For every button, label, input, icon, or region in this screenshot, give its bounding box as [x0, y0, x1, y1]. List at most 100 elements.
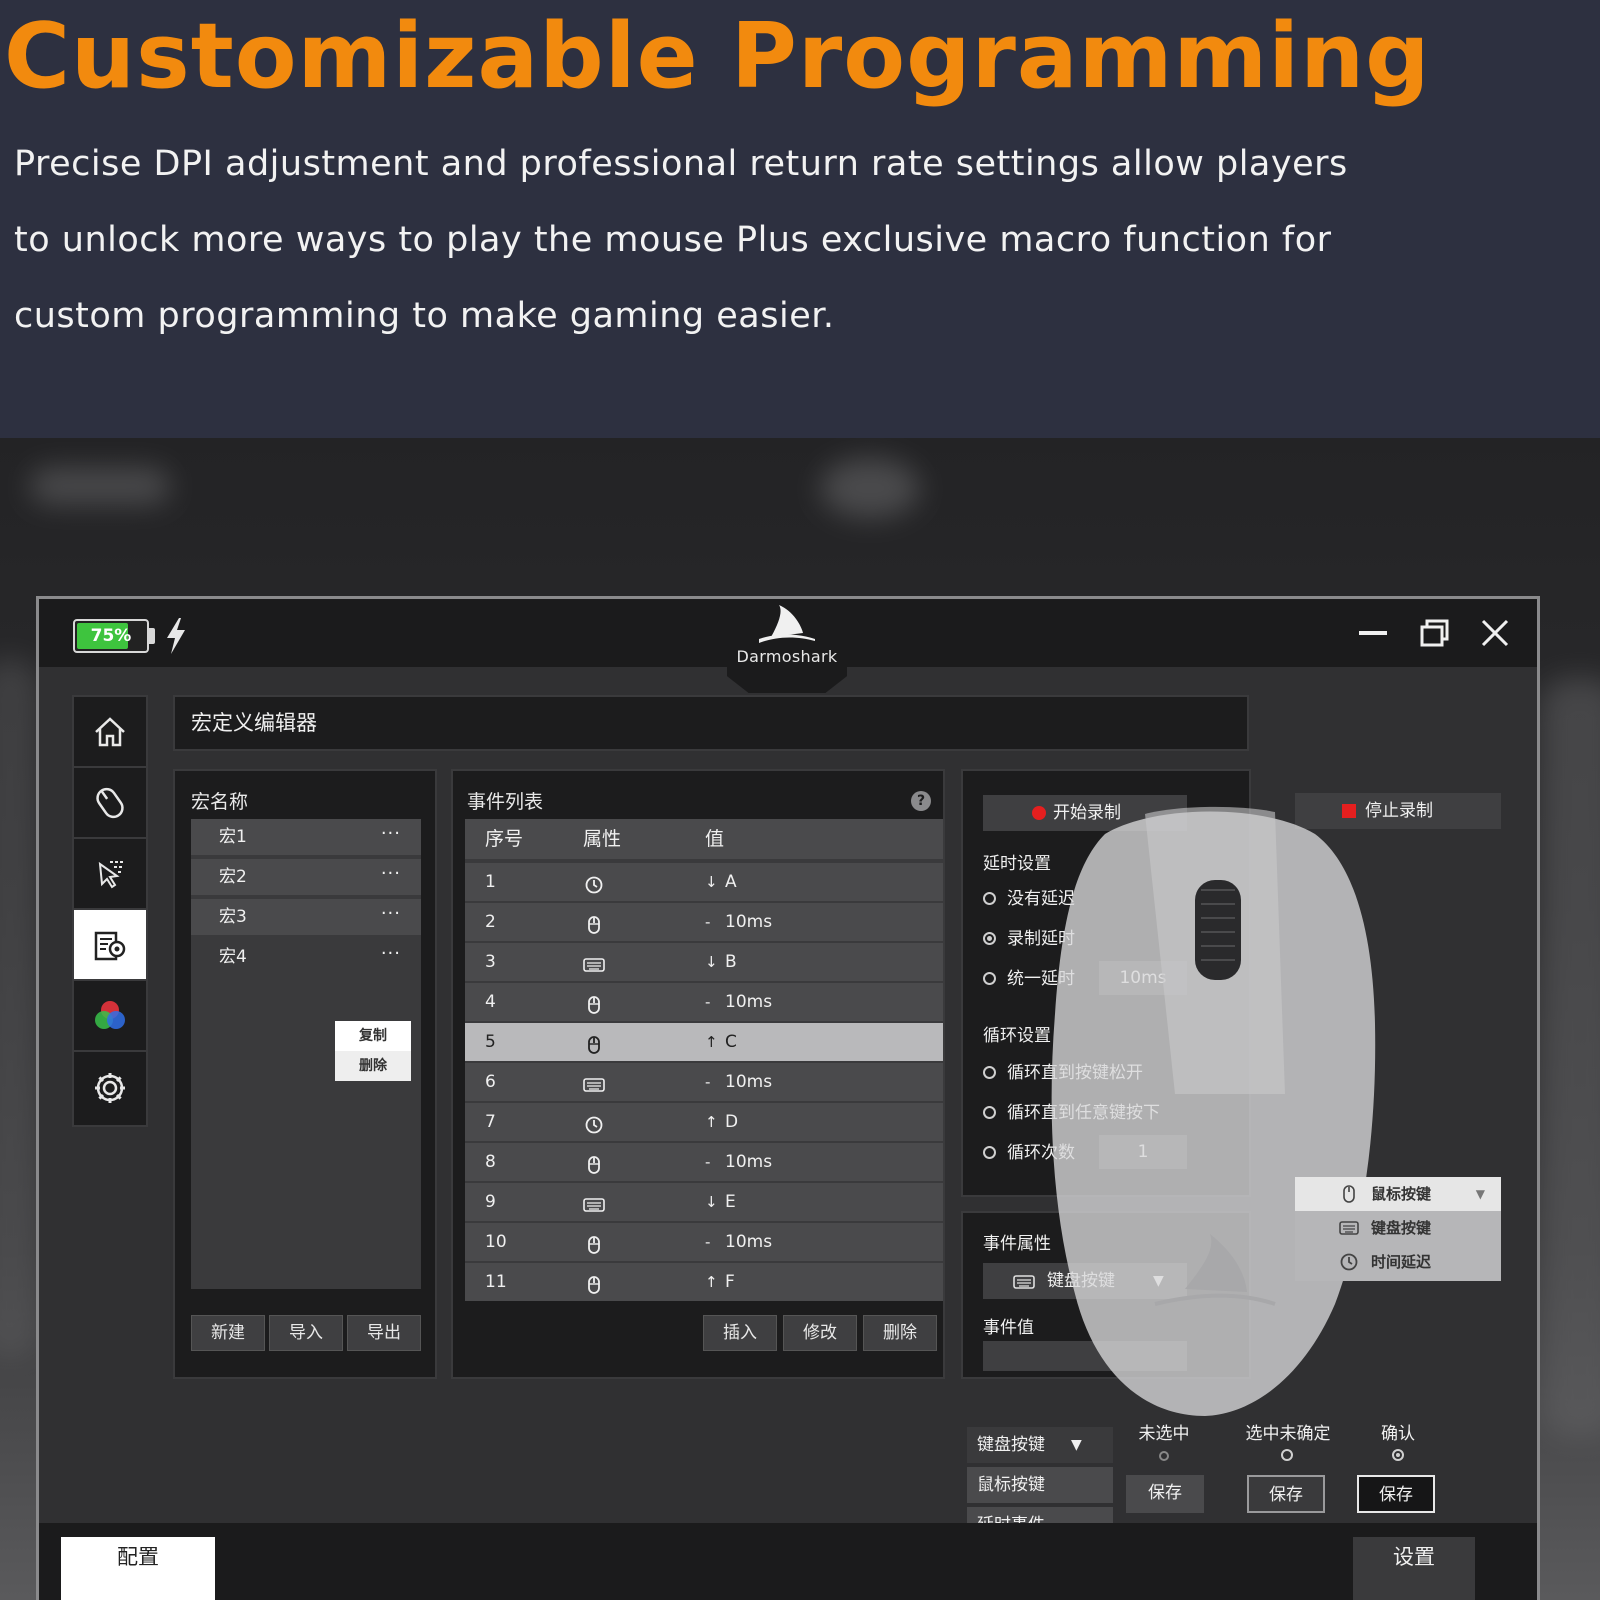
brand-name: Darmoshark: [736, 647, 838, 666]
mouse-icon: [96, 787, 124, 818]
chevron-down-icon: ▼: [1071, 1437, 1082, 1453]
event-value: D: [725, 1112, 739, 1132]
import-macro-button[interactable]: 导入: [269, 1315, 343, 1351]
save-button-confirmed[interactable]: 保存: [1357, 1475, 1435, 1513]
modify-event-button[interactable]: 修改: [783, 1315, 857, 1351]
help-icon[interactable]: ?: [911, 791, 931, 811]
macro-settings-icon: [94, 931, 126, 960]
event-index: 10: [485, 1232, 507, 1252]
clock-icon: [585, 1116, 603, 1134]
save-button-pending[interactable]: 保存: [1247, 1475, 1325, 1513]
tab-config[interactable]: 配置: [61, 1537, 215, 1600]
dropdown-option-delay[interactable]: 时间延迟: [1295, 1245, 1501, 1279]
app-window: 75% Darmoshark 宏定义编辑器 宏名称 宏1 ··· 宏2 ··· …: [36, 596, 1540, 1600]
event-table: 序号 属性 值 1 ↓ A 2-10ms 3 ↓ B 4-10ms 5 ↑ C 6-10ms 7 ↑ D 8-…: [465, 819, 943, 1301]
event-value: A: [725, 872, 737, 892]
sidebar-item-lighting[interactable]: [74, 981, 146, 1052]
sidebar-item-mouse[interactable]: [74, 768, 146, 839]
state-keyboard-select[interactable]: 键盘按键 ▼: [967, 1427, 1113, 1463]
event-direction: ↓: [705, 953, 718, 971]
keyboard-icon: [1339, 1221, 1359, 1235]
macro-more-button[interactable]: ···: [381, 939, 401, 969]
macro-item-name: 宏2: [219, 867, 247, 887]
clock-icon: [1340, 1253, 1358, 1271]
event-direction: -: [705, 993, 711, 1011]
radio-button: [1159, 1451, 1169, 1461]
cursor-select-icon: [98, 860, 123, 888]
table-row[interactable]: 7 ↑ D: [465, 1103, 943, 1141]
table-row[interactable]: 3 ↓ B: [465, 943, 943, 981]
radio-button: [983, 892, 996, 905]
banner-title: Customizable Programming: [4, 4, 1431, 109]
macro-item[interactable]: 宏1 ···: [191, 819, 421, 855]
export-macro-button[interactable]: 导出: [347, 1315, 421, 1351]
macro-context-menu: 复制 删除: [335, 1021, 411, 1081]
battery-percent: 75%: [90, 626, 132, 646]
macro-item[interactable]: 宏2 ···: [191, 859, 421, 895]
column-header-value: 值: [705, 828, 725, 850]
mouse-small-icon: [1343, 1185, 1355, 1203]
macro-item-name: 宏1: [219, 827, 247, 847]
context-delete[interactable]: 删除: [335, 1051, 411, 1081]
mouse-small-icon: [588, 1276, 600, 1294]
macro-more-button[interactable]: ···: [381, 859, 401, 889]
keyboard-icon: [583, 1198, 605, 1212]
event-direction: ↑: [705, 1033, 718, 1051]
new-macro-button[interactable]: 新建: [191, 1315, 265, 1351]
home-icon: [95, 716, 125, 746]
mouse-small-icon: [588, 1236, 600, 1254]
sidebar-item-settings[interactable]: [74, 1052, 146, 1123]
table-row[interactable]: 10 -10ms: [465, 1223, 943, 1261]
restore-icon[interactable]: [1415, 613, 1455, 653]
table-row[interactable]: 5 ↑ C: [465, 1023, 943, 1061]
mouse-small-icon: [588, 1036, 600, 1054]
event-direction: -: [705, 1233, 711, 1251]
event-value: 10ms: [725, 1152, 773, 1172]
event-attribute: [583, 1152, 605, 1174]
column-header-index: 序号: [485, 828, 524, 850]
context-copy[interactable]: 复制: [335, 1021, 411, 1051]
dropdown-option-mouse[interactable]: 鼠标按键 ▼: [1295, 1177, 1501, 1211]
keyboard-icon: [1013, 1275, 1035, 1289]
radio-button: [983, 1066, 996, 1079]
close-icon[interactable]: [1475, 613, 1515, 653]
event-attribute: [583, 1232, 605, 1254]
promo-banner: Customizable Programming Precise DPI adj…: [0, 0, 1600, 438]
table-row[interactable]: 8 -10ms: [465, 1143, 943, 1181]
table-row[interactable]: 6 -10ms: [465, 1063, 943, 1101]
dropdown-option-keyboard[interactable]: 键盘按键: [1295, 1211, 1501, 1245]
table-row[interactable]: 1 ↓ A: [465, 863, 943, 901]
tab-settings[interactable]: 设置: [1353, 1537, 1475, 1600]
mouse-small-icon: [588, 996, 600, 1014]
event-index: 7: [485, 1112, 496, 1132]
event-index: 6: [485, 1072, 496, 1092]
minimize-icon[interactable]: [1353, 613, 1393, 653]
insert-event-button[interactable]: 插入: [703, 1315, 777, 1351]
table-row[interactable]: 4 -10ms: [465, 983, 943, 1021]
sidebar-item-macro[interactable]: [74, 910, 146, 981]
event-index: 1: [485, 872, 496, 892]
sidebar-item-home[interactable]: [74, 697, 146, 768]
event-value: 10ms: [725, 1232, 773, 1252]
event-index: 8: [485, 1152, 496, 1172]
state-mouse-button[interactable]: 鼠标按键: [967, 1467, 1113, 1503]
macro-item[interactable]: 宏3 ···: [191, 899, 421, 935]
table-row[interactable]: 9 ↓ E: [465, 1183, 943, 1221]
save-button-unselected[interactable]: 保存: [1126, 1475, 1204, 1513]
event-direction: -: [705, 913, 711, 931]
event-attribute: [583, 952, 605, 974]
table-row[interactable]: 11 ↑ F: [465, 1263, 943, 1301]
delete-event-button[interactable]: 删除: [863, 1315, 937, 1351]
event-value: 10ms: [725, 912, 773, 932]
page-title: 宏定义编辑器: [191, 711, 317, 735]
macro-more-button[interactable]: ···: [381, 899, 401, 929]
macro-item[interactable]: 宏4 ···: [191, 939, 421, 975]
event-value-title: 事件值: [983, 1318, 1034, 1338]
sidebar-item-pointer[interactable]: [74, 839, 146, 910]
macro-list: 宏1 ··· 宏2 ··· 宏3 ··· 宏4 ··· 复制 删除: [191, 819, 421, 1289]
event-value: F: [725, 1272, 735, 1292]
radio-button-selected: [1392, 1449, 1404, 1461]
event-attribute: [583, 1272, 605, 1294]
table-row[interactable]: 2 -10ms: [465, 903, 943, 941]
macro-more-button[interactable]: ···: [381, 819, 401, 849]
